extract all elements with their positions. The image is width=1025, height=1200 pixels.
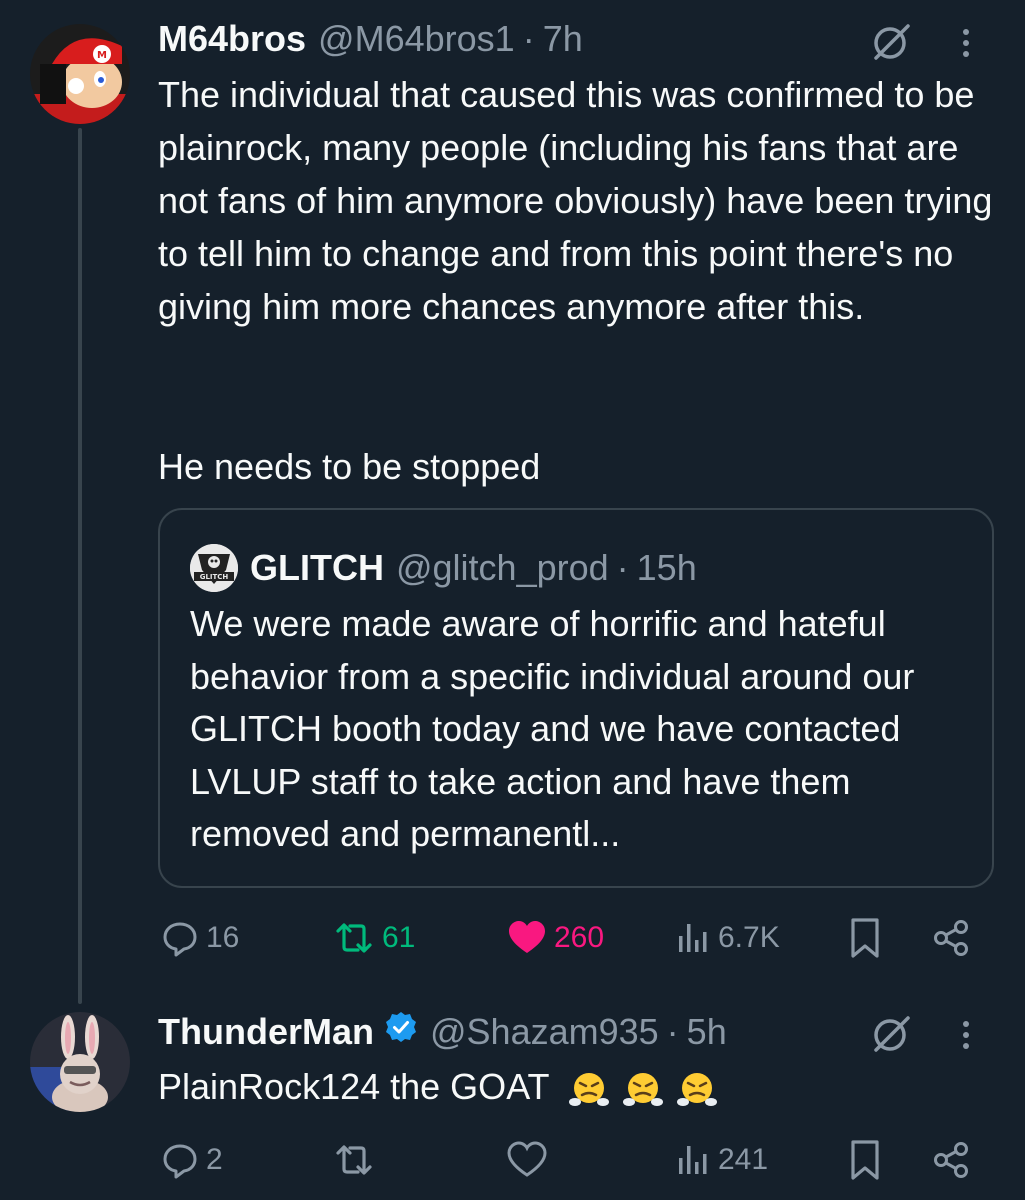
heart-outline-icon xyxy=(507,1141,547,1177)
grok-icon[interactable] xyxy=(870,1012,914,1056)
retweet-button[interactable] xyxy=(332,1136,376,1184)
share-button[interactable] xyxy=(930,1136,972,1184)
views-icon xyxy=(679,1146,707,1174)
quoted-timestamp[interactable]: 15h xyxy=(637,547,697,589)
tweet-text: The individual that caused this was conf… xyxy=(158,74,993,327)
avatar-m64bros[interactable]: M xyxy=(30,24,130,124)
share-icon xyxy=(934,920,968,956)
bookmark-icon xyxy=(851,918,879,958)
tweet-text: PlainRock124 the GOAT xyxy=(158,1066,549,1107)
tweet-text-line: PlainRock124 the GOAT xyxy=(158,1060,1008,1113)
retweet-count: 61 xyxy=(382,921,416,954)
avatar-thunderman[interactable] xyxy=(30,1012,130,1112)
more-options-icon[interactable] xyxy=(956,20,976,64)
views-count: 241 xyxy=(718,1143,769,1176)
quoted-author-name[interactable]: GLITCH xyxy=(250,547,384,589)
tweet-m64bros[interactable]: M M64bros @M64bros1 · 7h The individual … xyxy=(0,0,1025,1004)
reply-count: 16 xyxy=(206,921,240,954)
steam-face-emoji-icon xyxy=(676,1073,717,1107)
grok-icon[interactable] xyxy=(870,20,914,64)
retweet-button[interactable]: 61 xyxy=(332,914,415,962)
bookmark-icon xyxy=(851,1140,879,1180)
glitch-logo-text: GLITCH xyxy=(200,573,229,581)
tweet-thunderman[interactable]: ThunderMan @Shazam935 · 5h PlainRock124 … xyxy=(0,1000,1025,1200)
reply-button[interactable]: 2 xyxy=(160,1136,223,1184)
like-button[interactable]: 260 xyxy=(506,914,604,962)
reply-button[interactable]: 16 xyxy=(160,914,239,962)
bookmark-button[interactable] xyxy=(848,1136,882,1184)
steam-face-emoji-icon xyxy=(568,1073,609,1107)
reply-count: 2 xyxy=(206,1143,223,1176)
timestamp[interactable]: 5h xyxy=(687,1011,727,1053)
verified-badge-icon[interactable] xyxy=(384,1010,418,1044)
tweet-actions: 16 61 260 6.7K xyxy=(160,914,990,962)
views-icon xyxy=(679,924,707,952)
steam-face-emoji-icon xyxy=(622,1073,663,1107)
views-count: 6.7K xyxy=(718,921,780,954)
tweet-text-second-paragraph: He needs to be stopped xyxy=(158,446,541,487)
share-icon xyxy=(934,1142,968,1178)
quoted-author-handle[interactable]: @glitch_prod xyxy=(396,547,609,589)
views-button[interactable]: 6.7K xyxy=(676,914,780,962)
thread-line xyxy=(78,128,82,1004)
reply-icon xyxy=(163,1144,197,1179)
reply-icon xyxy=(163,922,197,957)
author-handle[interactable]: @M64bros1 xyxy=(318,18,515,60)
author-name[interactable]: ThunderMan xyxy=(158,1011,374,1053)
emoji-row xyxy=(565,1066,717,1107)
retweet-icon xyxy=(336,1145,372,1175)
glitch-logo[interactable]: GLITCH xyxy=(190,544,238,592)
quoted-tweet-text: We were made aware of horrific and hatef… xyxy=(190,603,915,854)
bookmark-button[interactable] xyxy=(848,914,882,962)
author-handle[interactable]: @Shazam935 xyxy=(430,1011,659,1053)
svg-text:M: M xyxy=(97,50,107,61)
tweet-header: M64bros @M64bros1 · 7h xyxy=(158,18,583,60)
quoted-tweet[interactable]: GLITCH GLITCH @glitch_prod · 15h We were… xyxy=(158,508,994,888)
tweet-actions: 2 241 xyxy=(160,1136,990,1184)
heart-icon xyxy=(509,921,545,953)
tweet-header: ThunderMan @Shazam935 · 5h xyxy=(158,1010,727,1053)
more-options-icon[interactable] xyxy=(956,1012,976,1056)
timestamp[interactable]: 7h xyxy=(543,18,583,60)
quoted-separator-dot: · xyxy=(616,547,629,588)
like-button[interactable] xyxy=(506,1136,548,1184)
separator-dot: · xyxy=(666,1011,679,1052)
separator-dot: · xyxy=(522,18,535,59)
like-count: 260 xyxy=(554,921,605,954)
share-button[interactable] xyxy=(930,914,972,962)
views-button[interactable]: 241 xyxy=(676,1136,768,1184)
author-name[interactable]: M64bros xyxy=(158,18,306,60)
retweet-icon xyxy=(336,923,372,953)
